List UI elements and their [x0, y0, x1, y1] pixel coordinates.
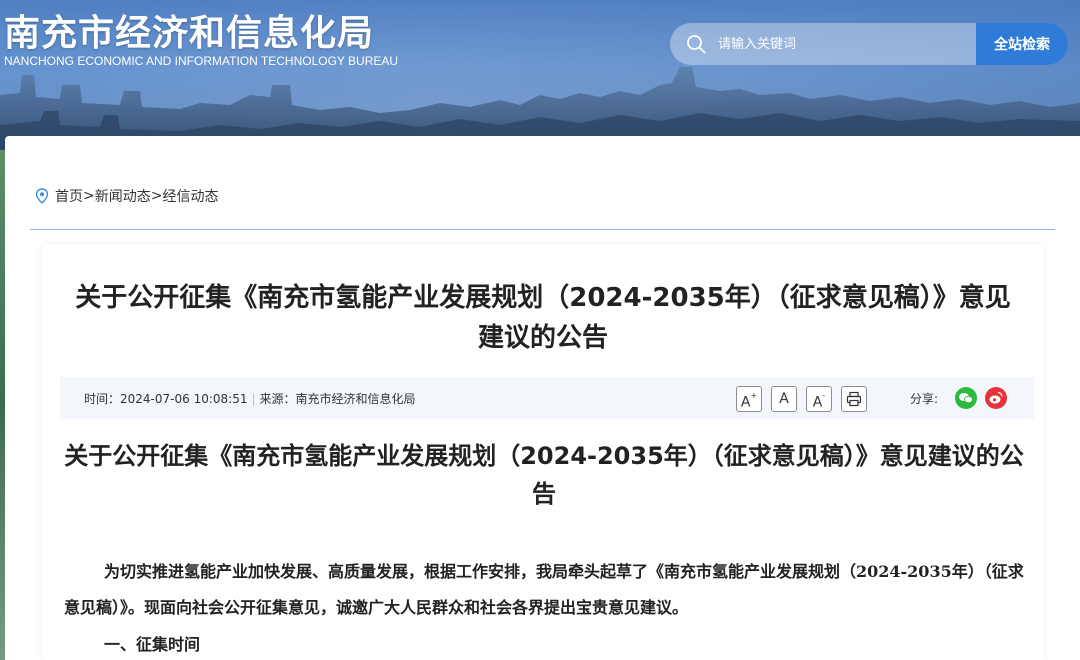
publish-time-label: 时间：	[84, 392, 121, 406]
source-label: 来源：	[259, 392, 296, 406]
location-pin-icon	[35, 188, 49, 204]
article-paragraph: 为切实推进氢能产业加快发展、高质量发展，根据工作安排，我局牵头起草了《南充市氢能…	[64, 562, 1024, 617]
breadcrumb-separator: >	[150, 188, 163, 204]
header-banner: 南充市经济和信息化局 NANCHONG ECONOMIC AND INFORMA…	[0, 0, 1080, 150]
print-button[interactable]	[841, 386, 867, 412]
site-title: 南充市经济和信息化局	[4, 13, 375, 54]
font-increase-label: A	[740, 394, 751, 411]
article-body-heading: 关于公开征集《南充市氢能产业发展规划（2024-2035年）（征求意见稿）》意见…	[64, 442, 1024, 508]
content-panel: 首页 > 新闻动态 > 经信动态 关于公开征集《南充市氢能产业发展规划（2024…	[5, 136, 1080, 660]
breadcrumb-divider	[30, 229, 1055, 230]
search-input[interactable]	[718, 23, 976, 65]
article-meta: 时间：2024-07-06 10:08:51 | 来源：南充市经济和信息化局	[84, 390, 416, 407]
font-decrease-button[interactable]: A-	[806, 386, 832, 412]
article-title: 关于公开征集《南充市氢能产业发展规划（2024-2035年）（征求意见稿）》意见…	[75, 283, 1011, 353]
meta-divider: |	[251, 392, 256, 406]
breadcrumb-separator: >	[83, 188, 95, 204]
site-search-button[interactable]: 全站检索	[976, 23, 1068, 65]
section-heading: 一、征集时间	[104, 635, 201, 654]
search-icon	[687, 35, 706, 54]
printer-icon	[846, 391, 862, 407]
breadcrumb-news-link[interactable]: 新闻动态	[95, 186, 151, 206]
font-decrease-label: A	[812, 394, 823, 411]
article-card: 关于公开征集《南充市氢能产业发展规划（2024-2035年）（征求意见稿）》意见…	[42, 244, 1044, 660]
font-normal-label: A	[779, 391, 789, 407]
publish-time: 2024-07-06 10:08:51	[120, 392, 248, 406]
font-normal-button[interactable]: A	[771, 386, 797, 412]
breadcrumb-home-link[interactable]: 首页	[55, 186, 83, 206]
share-label: 分享:	[910, 392, 939, 406]
site-subtitle: NANCHONG ECONOMIC AND INFORMATION TECHNO…	[4, 54, 399, 68]
breadcrumb: 首页 > 新闻动态 > 经信动态	[35, 186, 218, 206]
search-box: 全站检索	[670, 23, 1068, 65]
breadcrumb-category-link[interactable]: 经信动态	[162, 186, 218, 206]
weibo-icon[interactable]	[985, 387, 1007, 409]
font-increase-button[interactable]: A+	[736, 386, 762, 412]
source-value: 南充市经济和信息化局	[295, 392, 416, 406]
wechat-icon[interactable]	[955, 387, 977, 409]
article-meta-bar: 时间：2024-07-06 10:08:51 | 来源：南充市经济和信息化局 A+ …	[60, 377, 1034, 419]
